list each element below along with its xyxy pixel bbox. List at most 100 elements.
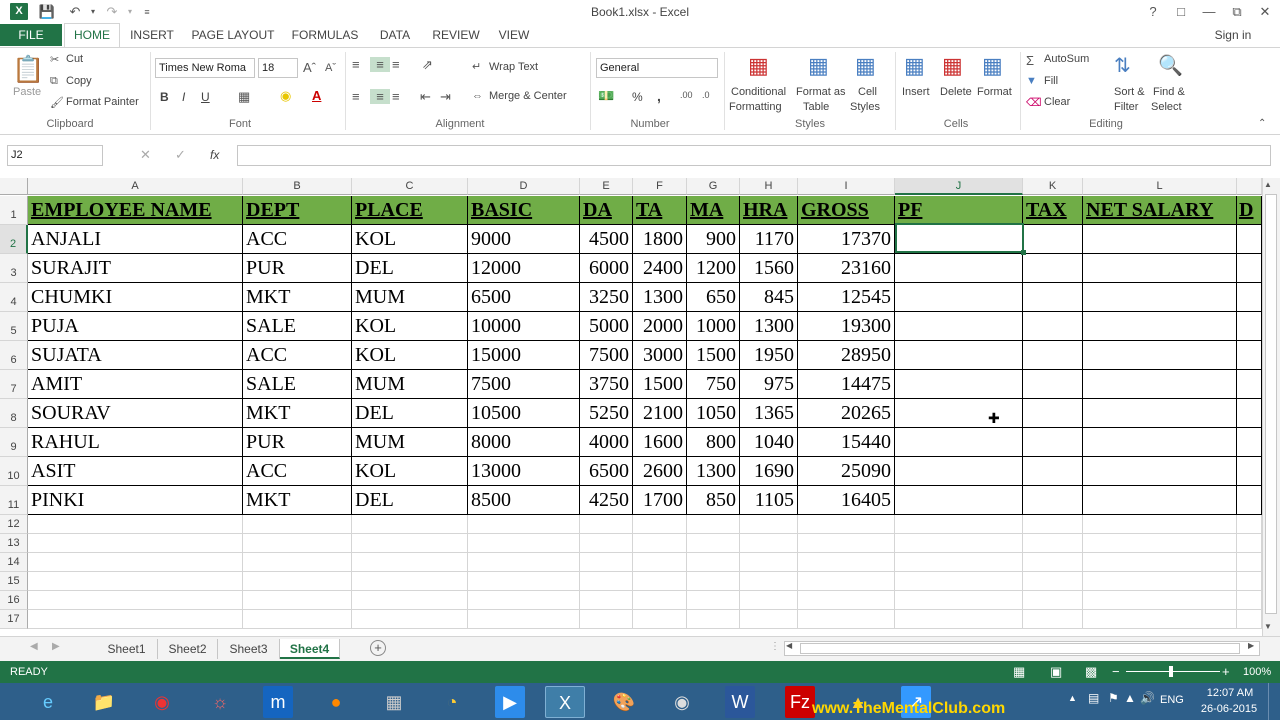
data-cell[interactable]: KOL xyxy=(352,312,468,341)
data-cell[interactable]: PUJA xyxy=(28,312,243,341)
data-cell[interactable]: 16405 xyxy=(798,486,895,515)
header-cell[interactable]: HRA xyxy=(740,196,798,225)
data-cell[interactable]: 13000 xyxy=(468,457,580,486)
empty-cell[interactable] xyxy=(1023,610,1083,629)
conditional-formatting-label2[interactable]: Formatting xyxy=(729,101,782,113)
cell-styles-label[interactable]: Cell xyxy=(858,86,877,98)
empty-cell[interactable] xyxy=(687,553,740,572)
empty-cell[interactable] xyxy=(798,515,895,534)
data-cell[interactable] xyxy=(1237,283,1262,312)
column-header-f[interactable]: F xyxy=(633,178,687,195)
empty-cell[interactable] xyxy=(633,515,687,534)
currency-icon[interactable]: 💵 xyxy=(598,88,614,104)
data-cell[interactable]: 5000 xyxy=(580,312,633,341)
app-swirl-icon[interactable]: ☼ xyxy=(200,686,240,718)
column-header-e[interactable]: E xyxy=(580,178,633,195)
data-cell[interactable] xyxy=(1237,312,1262,341)
fill-handle[interactable] xyxy=(1021,250,1026,255)
column-header-c[interactable]: C xyxy=(352,178,468,195)
empty-cell[interactable] xyxy=(580,534,633,553)
header-cell[interactable]: MA xyxy=(687,196,740,225)
data-cell[interactable] xyxy=(1237,225,1262,254)
data-cell[interactable]: 14475 xyxy=(798,370,895,399)
data-cell[interactable]: 1690 xyxy=(740,457,798,486)
tab-split-handle[interactable]: ⋮ xyxy=(770,641,780,655)
data-cell[interactable]: 25090 xyxy=(798,457,895,486)
data-cell[interactable]: 975 xyxy=(740,370,798,399)
zoom-in-icon[interactable]: + xyxy=(1222,661,1230,683)
empty-cell[interactable] xyxy=(580,572,633,591)
empty-cell[interactable] xyxy=(895,553,1023,572)
decrease-font-icon[interactable]: Aˇ xyxy=(325,62,336,74)
data-cell[interactable] xyxy=(1083,457,1237,486)
data-cell[interactable]: 10500 xyxy=(468,399,580,428)
header-cell[interactable]: BASIC xyxy=(468,196,580,225)
app-globe-icon[interactable]: ◔ xyxy=(432,686,472,718)
data-cell[interactable] xyxy=(1083,225,1237,254)
data-cell[interactable]: 10000 xyxy=(468,312,580,341)
decrease-decimal-icon[interactable]: .0 xyxy=(702,90,710,100)
data-cell[interactable]: 6500 xyxy=(580,457,633,486)
data-cell[interactable] xyxy=(1023,283,1083,312)
clock-time[interactable]: 12:07 AM xyxy=(1200,687,1260,699)
empty-cell[interactable] xyxy=(687,534,740,553)
data-cell[interactable]: MKT xyxy=(243,283,352,312)
data-cell[interactable]: KOL xyxy=(352,457,468,486)
clear-button[interactable]: Clear xyxy=(1044,96,1070,108)
empty-cell[interactable] xyxy=(580,553,633,572)
ribbon-display-options-icon[interactable]: □ xyxy=(1168,2,1194,22)
data-cell[interactable]: 3000 xyxy=(633,341,687,370)
data-cell[interactable]: 1500 xyxy=(633,370,687,399)
top-align-icon[interactable]: ≡ xyxy=(352,57,360,72)
app-grid-icon[interactable]: ▦ xyxy=(374,686,414,718)
data-cell[interactable] xyxy=(1083,486,1237,515)
merge-center-button[interactable]: Merge & Center xyxy=(489,90,567,102)
data-cell[interactable]: MUM xyxy=(352,370,468,399)
horizontal-scroll-thumb[interactable] xyxy=(800,643,1240,654)
data-cell[interactable]: 1300 xyxy=(633,283,687,312)
data-cell[interactable]: 6500 xyxy=(468,283,580,312)
column-header-h[interactable]: H xyxy=(740,178,798,195)
empty-cell[interactable] xyxy=(243,572,352,591)
header-cell[interactable]: PF xyxy=(895,196,1023,225)
data-cell[interactable]: PUR xyxy=(243,428,352,457)
data-cell[interactable] xyxy=(895,370,1023,399)
sheet-tab-2[interactable]: Sheet2 xyxy=(158,639,218,659)
data-cell[interactable]: MKT xyxy=(243,399,352,428)
data-cell[interactable] xyxy=(1237,254,1262,283)
tab-formulas[interactable]: FORMULAS xyxy=(288,24,362,46)
empty-cell[interactable] xyxy=(468,534,580,553)
vertical-scroll-thumb[interactable] xyxy=(1265,194,1277,614)
empty-cell[interactable] xyxy=(1083,534,1237,553)
data-cell[interactable] xyxy=(1023,225,1083,254)
data-cell[interactable]: 1050 xyxy=(687,399,740,428)
empty-cell[interactable] xyxy=(243,553,352,572)
find-select-label[interactable]: Find & xyxy=(1153,86,1185,98)
data-cell[interactable] xyxy=(1023,254,1083,283)
cell-styles-label2[interactable]: Styles xyxy=(850,101,880,113)
empty-cell[interactable] xyxy=(740,572,798,591)
empty-cell[interactable] xyxy=(1237,534,1262,553)
font-color-icon[interactable]: A xyxy=(312,88,321,103)
empty-cell[interactable] xyxy=(243,534,352,553)
row-header-1[interactable]: 1 xyxy=(0,196,28,225)
paste-button[interactable]: Paste xyxy=(13,86,41,98)
empty-cell[interactable] xyxy=(1023,591,1083,610)
data-cell[interactable]: ACC xyxy=(243,457,352,486)
empty-cell[interactable] xyxy=(1023,515,1083,534)
empty-cell[interactable] xyxy=(687,610,740,629)
file-explorer-icon[interactable]: 📁 xyxy=(84,686,124,718)
empty-cell[interactable] xyxy=(798,534,895,553)
tray-expand-icon[interactable]: ▲ xyxy=(1068,693,1077,703)
increase-indent-icon[interactable]: ⇥ xyxy=(440,89,451,105)
cut-button[interactable]: Cut xyxy=(66,53,83,65)
cancel-entry-icon[interactable]: ✕ xyxy=(140,147,151,163)
font-name-box[interactable]: Times New Roma xyxy=(155,58,255,78)
data-cell[interactable]: 1365 xyxy=(740,399,798,428)
header-cell[interactable]: TAX xyxy=(1023,196,1083,225)
empty-cell[interactable] xyxy=(633,591,687,610)
data-cell[interactable]: 20265 xyxy=(798,399,895,428)
column-header-k[interactable]: K xyxy=(1023,178,1083,195)
empty-cell[interactable] xyxy=(895,610,1023,629)
data-cell[interactable]: KOL xyxy=(352,225,468,254)
